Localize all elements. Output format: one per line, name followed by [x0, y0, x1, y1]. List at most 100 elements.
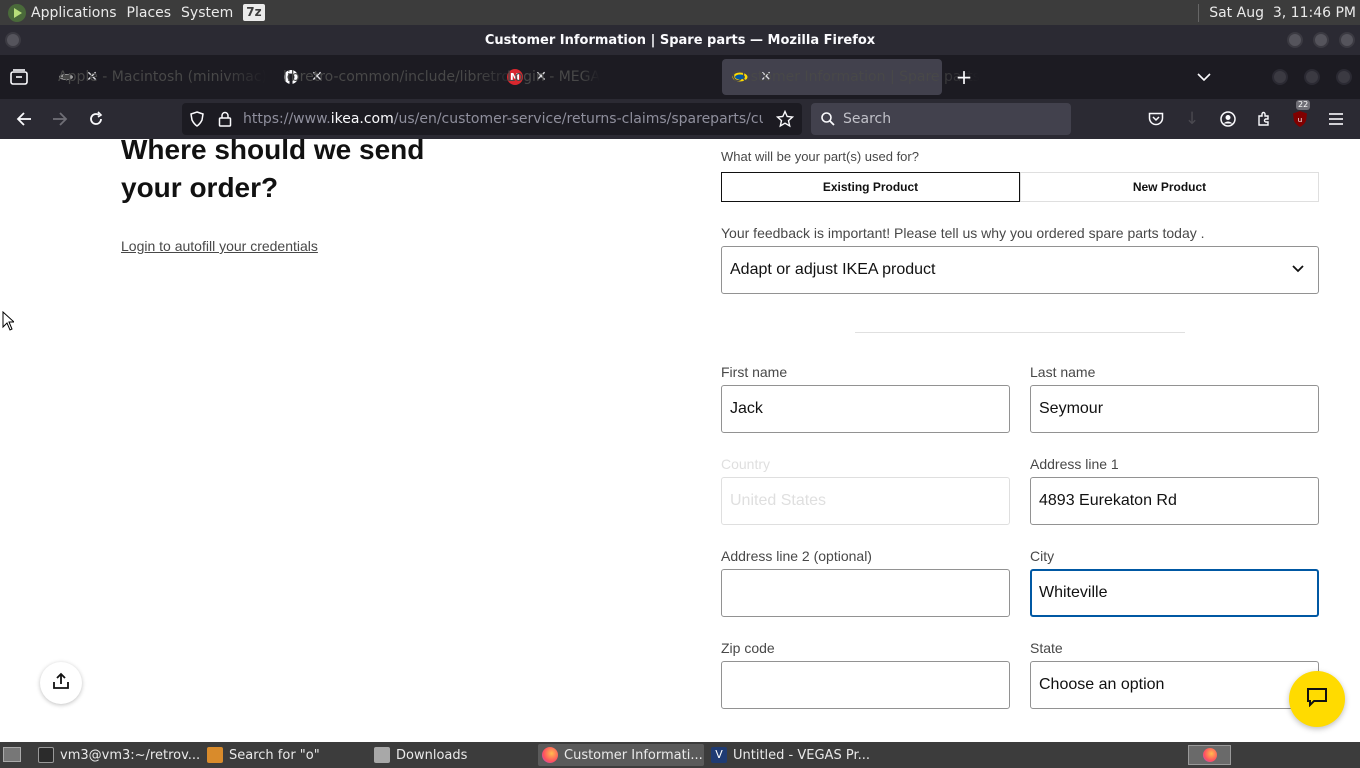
navigation-toolbar: https://www.ikea.com/us/en/customer-serv…	[0, 99, 1360, 139]
city-input[interactable]: Whiteville	[1030, 569, 1319, 617]
7zip-launcher-icon[interactable]: 7z	[243, 4, 265, 21]
minimize-button[interactable]	[1287, 32, 1303, 48]
hamburger-menu-icon[interactable]	[1324, 107, 1348, 131]
tab-label: Customer Information | Spare parts	[732, 69, 980, 85]
address-line-1-label: Address line 1	[1030, 456, 1119, 472]
folder-icon	[374, 747, 390, 763]
feedback-reason-value: Adapt or adjust IKEA product	[730, 261, 936, 278]
city-label: City	[1030, 548, 1055, 564]
feedback-label: Your feedback is important! Please tell …	[721, 225, 1205, 241]
ublock-badge: 22	[1296, 100, 1311, 110]
ublock-origin-icon[interactable]: u 22	[1288, 100, 1312, 131]
taskbar-item-terminal[interactable]: vm3@vm3:~/retrov...	[34, 744, 200, 766]
bookmark-star-icon[interactable]	[775, 109, 795, 132]
state-select-value: Choose an option	[1039, 676, 1165, 693]
top-panel: Applications Places System 7z Sat Aug 3,…	[0, 0, 1360, 25]
firefox-icon	[542, 747, 558, 763]
search-placeholder: Search	[843, 111, 892, 127]
product-type-toggle: Existing Product New Product	[721, 172, 1319, 202]
chevron-down-icon	[1292, 260, 1304, 278]
new-product-button[interactable]: New Product	[1020, 172, 1319, 202]
panel-separator	[1198, 3, 1200, 22]
tab-login-mega[interactable]: M Login - MEGA ✕	[497, 59, 719, 95]
system-menu[interactable]: System	[176, 5, 238, 21]
window-title: Customer Information | Spare parts — Moz…	[484, 32, 876, 48]
taskbar-item-vegas[interactable]: V Untitled - VEGAS Pr...	[707, 744, 871, 766]
section-divider	[855, 332, 1185, 333]
distro-logo-icon[interactable]	[8, 3, 26, 22]
search-icon	[821, 112, 835, 126]
taskbar-label: Search for "o"	[229, 747, 320, 763]
tab-label: libretro-common/include/libretro.h	[283, 69, 523, 85]
chat-icon	[1306, 687, 1328, 712]
address-line-2-input[interactable]	[721, 569, 1010, 617]
forward-icon[interactable]	[48, 107, 72, 131]
lock-icon[interactable]	[218, 111, 232, 131]
url-path: /us/en/customer-service/returns-claims/s…	[393, 111, 763, 127]
zip-code-input[interactable]	[721, 661, 1010, 709]
applications-menu[interactable]: Applications	[26, 5, 122, 21]
last-name-input[interactable]: Seymour	[1030, 385, 1319, 433]
extra-control-icon	[1336, 69, 1352, 85]
country-label: Country	[721, 456, 771, 472]
tracking-shield-icon[interactable]	[189, 111, 205, 131]
extra-control-icon	[1272, 69, 1288, 85]
address-line-2-label: Address line 2 (optional)	[721, 548, 872, 564]
chat-button[interactable]	[1289, 671, 1345, 727]
close-window-button[interactable]	[1339, 32, 1355, 48]
tab-strip: Apple - Macintosh (minivmac) ✕ libretro-…	[0, 55, 1360, 99]
search-bar[interactable]: Search	[811, 103, 1071, 135]
extra-control-icon	[1304, 69, 1320, 85]
country-input: United States	[721, 477, 1010, 525]
account-icon[interactable]	[1216, 107, 1240, 131]
extensions-icon[interactable]	[1252, 107, 1276, 131]
url-text[interactable]: https://www.ikea.com/us/en/customer-serv…	[243, 103, 763, 135]
back-icon[interactable]	[12, 107, 36, 131]
taskbar-label: Downloads	[396, 747, 468, 763]
login-autofill-link[interactable]: Login to autofill your credentials	[121, 238, 318, 254]
page-heading: Where should we send your order?	[121, 139, 425, 203]
taskbar-label: Customer Informati...	[564, 747, 703, 763]
svg-text:u: u	[1298, 116, 1302, 124]
pocket-icon[interactable]	[1144, 107, 1168, 131]
terminal-icon	[38, 747, 54, 763]
clock[interactable]: Sat Aug 3, 11:46 PM	[1198, 0, 1360, 25]
firefox-icon	[1202, 748, 1217, 762]
mouse-cursor-icon	[2, 310, 16, 336]
places-menu[interactable]: Places	[122, 5, 177, 21]
first-name-label: First name	[721, 364, 788, 380]
state-label: State	[1030, 640, 1063, 656]
show-desktop-icon[interactable]	[3, 747, 21, 762]
existing-product-button[interactable]: Existing Product	[721, 172, 1020, 202]
clock-text: Sat Aug 3, 11:46 PM	[1209, 4, 1356, 21]
taskbar-label: vm3@vm3:~/retrov...	[60, 747, 200, 763]
reload-icon[interactable]	[84, 107, 108, 131]
maximize-button[interactable]	[1313, 32, 1329, 48]
tab-libretro-common[interactable]: libretro-common/include/libretro.h ✕	[273, 59, 523, 95]
zip-code-label: Zip code	[721, 640, 775, 656]
feedback-reason-select[interactable]: Adapt or adjust IKEA product	[721, 246, 1319, 294]
workspace-switcher[interactable]	[1188, 745, 1231, 765]
address-line-1-input[interactable]: 4893 Eurekaton Rd	[1030, 477, 1319, 525]
tab-customer-information[interactable]: Customer Information | Spare parts ✕	[722, 59, 980, 95]
share-button[interactable]	[40, 662, 82, 704]
firefox-view-icon[interactable]	[8, 67, 30, 87]
list-all-tabs-icon[interactable]	[1192, 65, 1216, 89]
url-bar[interactable]: https://www.ikea.com/us/en/customer-serv…	[182, 103, 802, 135]
new-tab-icon[interactable]: +	[952, 65, 976, 89]
taskbar-item-search[interactable]: Search for "o"	[203, 744, 367, 766]
tab-apple-macintosh[interactable]: Apple - Macintosh (minivmac) ✕	[48, 59, 267, 95]
window-titlebar[interactable]: Customer Information | Spare parts — Moz…	[0, 25, 1360, 55]
downloads-icon[interactable]: ↓	[1180, 107, 1204, 131]
vegas-icon: V	[711, 747, 727, 763]
state-select[interactable]: Choose an option	[1030, 661, 1319, 709]
tab-label: Login - MEGA	[507, 69, 601, 85]
search-folder-icon	[207, 747, 223, 763]
first-name-input[interactable]: Jack	[721, 385, 1010, 433]
taskbar-item-firefox[interactable]: Customer Informati...	[538, 744, 704, 766]
taskbar-item-downloads[interactable]: Downloads	[370, 744, 534, 766]
bottom-taskbar: vm3@vm3:~/retrov... Search for "o" Downl…	[0, 742, 1360, 768]
window-menu-icon[interactable]	[5, 32, 21, 48]
taskbar-label: Untitled - VEGAS Pr...	[733, 747, 870, 763]
url-host: ikea.com	[330, 111, 394, 127]
